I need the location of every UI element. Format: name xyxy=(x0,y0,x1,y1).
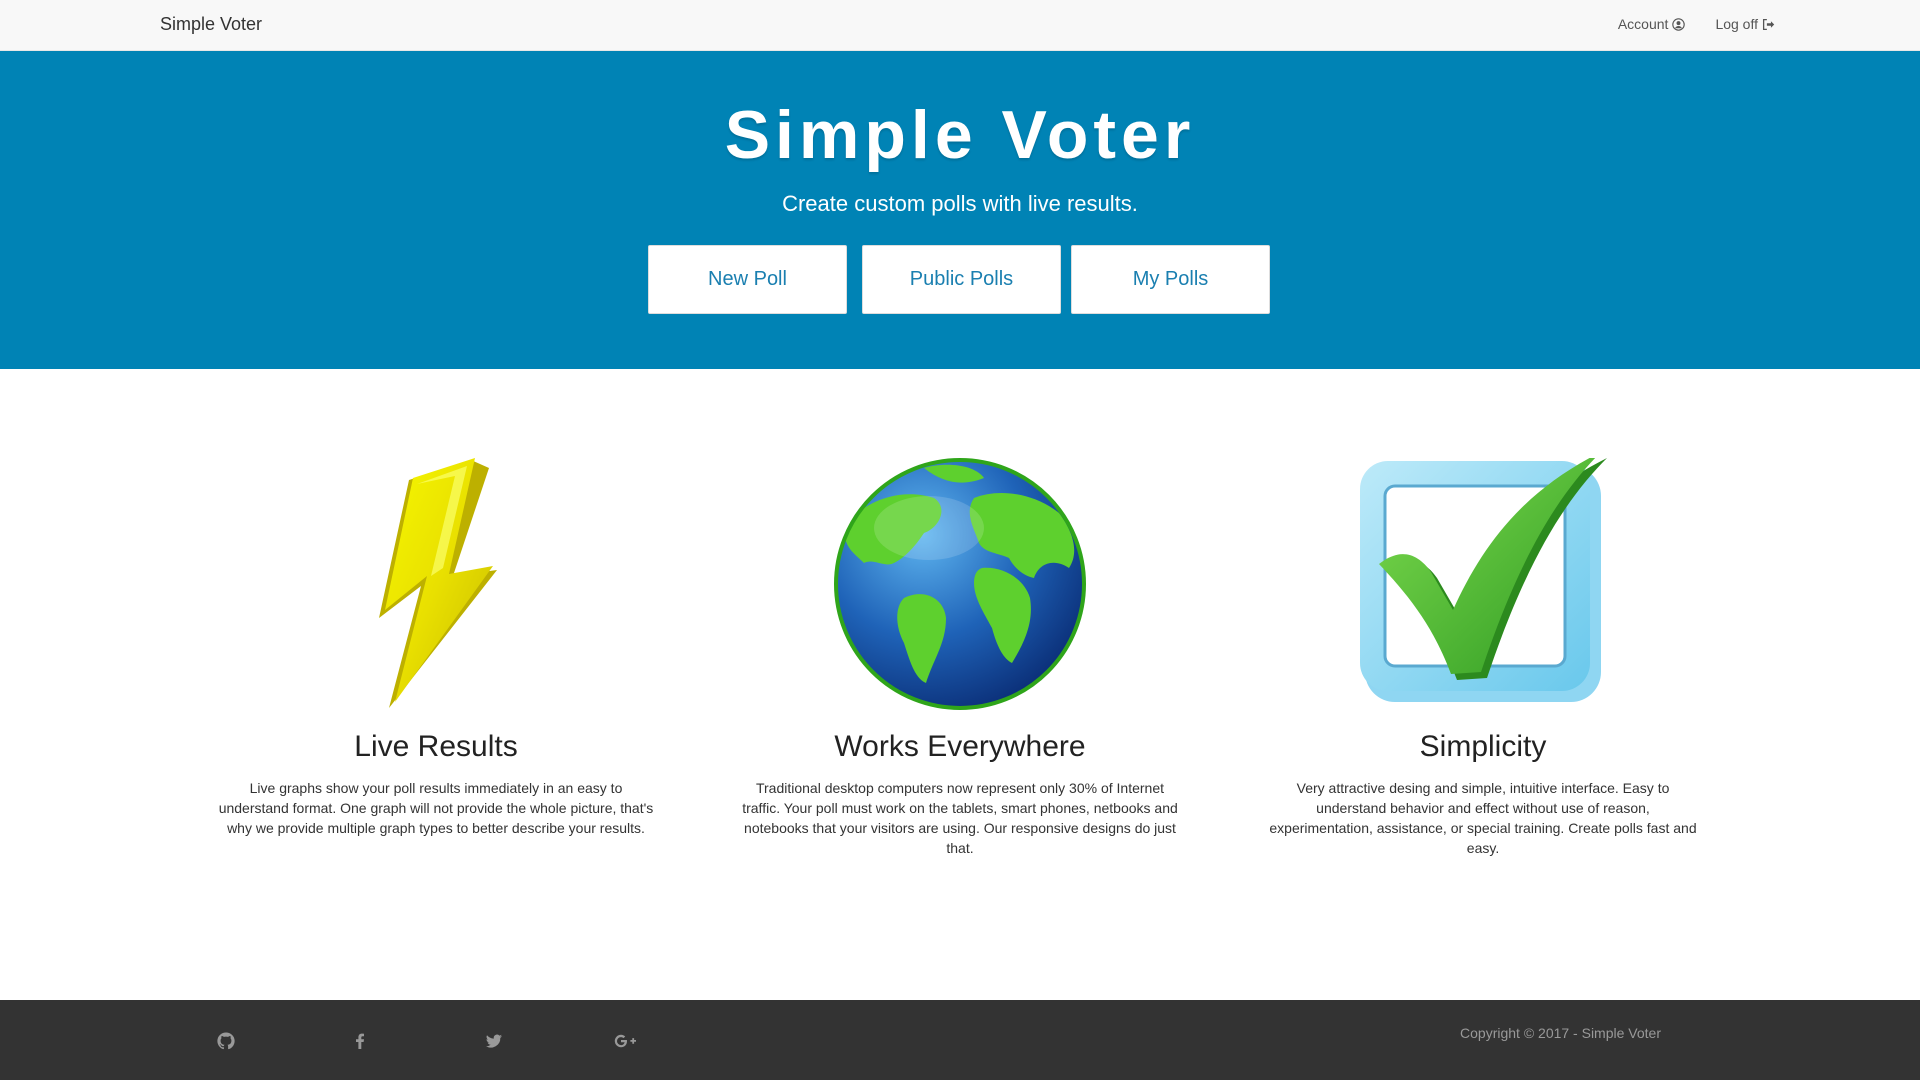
feature-live-results: Live Results Live graphs show your poll … xyxy=(211,458,661,838)
feature-title: Simplicity xyxy=(1419,730,1547,763)
feature-icon-wrap xyxy=(211,458,661,710)
brand-link[interactable]: Simple Voter xyxy=(160,14,262,35)
user-circle-icon xyxy=(1672,17,1686,31)
account-link[interactable]: Account xyxy=(1618,16,1686,32)
feature-text: Live graphs show your poll results immed… xyxy=(218,780,654,836)
checkbox-icon xyxy=(1360,458,1607,702)
globe-icon xyxy=(834,458,1086,710)
facebook-icon[interactable] xyxy=(350,1031,370,1051)
feature-icon-wrap xyxy=(1258,458,1708,710)
new-poll-button[interactable]: New Poll xyxy=(648,245,847,314)
hero-title: Simple Voter xyxy=(724,97,1196,173)
feature-title: Works Everywhere xyxy=(834,730,1086,763)
hero-buttons: New Poll Public Polls My Polls xyxy=(648,245,1270,314)
feature-works-everywhere: Works Everywhere Traditional desktop com… xyxy=(735,458,1185,858)
my-polls-button[interactable]: My Polls xyxy=(1071,245,1270,314)
account-label: Account xyxy=(1617,16,1669,32)
nav-right: Account Log off xyxy=(1618,16,1775,32)
github-icon[interactable] xyxy=(216,1031,236,1051)
feature-title: Live Results xyxy=(354,730,518,763)
footer: Copyright © 2017 - Simple Voter xyxy=(0,1000,1920,1080)
logoff-label: Log off xyxy=(1715,16,1758,32)
logoff-link[interactable]: Log off xyxy=(1715,16,1775,32)
sign-out-icon xyxy=(1762,18,1775,30)
lightning-icon xyxy=(379,458,497,708)
navbar: Simple Voter Account Log off xyxy=(0,0,1920,51)
hero-subtitle: Create custom polls with live results. xyxy=(782,191,1138,216)
feature-simplicity: Simplicity Very attractive desing and si… xyxy=(1258,458,1708,858)
feature-icon-wrap xyxy=(735,458,1185,710)
twitter-icon[interactable] xyxy=(484,1031,504,1051)
google-plus-icon[interactable] xyxy=(613,1031,639,1051)
public-polls-button[interactable]: Public Polls xyxy=(862,245,1061,314)
copyright-text: Copyright © 2017 - Simple Voter xyxy=(1460,1025,1661,1041)
hero-section: Simple Voter Create custom polls with li… xyxy=(0,51,1920,369)
feature-text: Very attractive desing and simple, intui… xyxy=(1269,780,1697,856)
feature-text: Traditional desktop computers now repres… xyxy=(742,780,1178,856)
